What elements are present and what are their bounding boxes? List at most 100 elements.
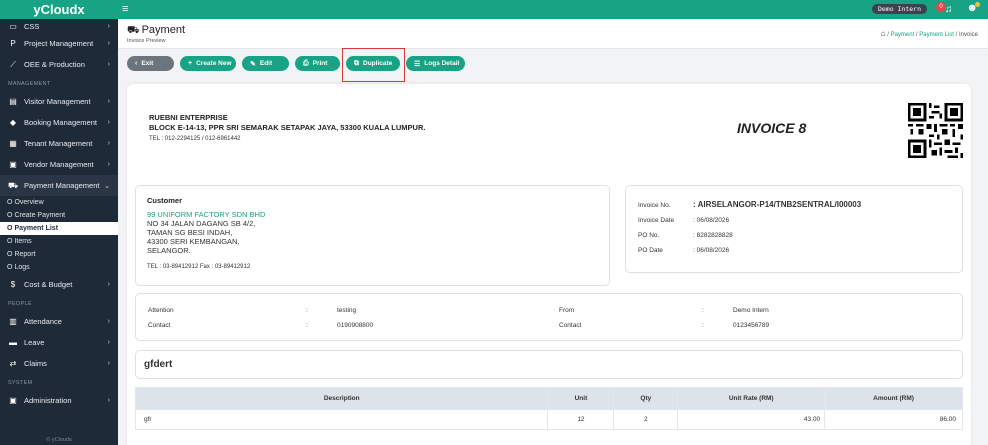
sidebar-item-tenant-management[interactable]: ▦ Tenant Management › (0, 133, 118, 154)
customer-box: Customer 99 UNIFORM FACTORY SDN BHD NO 3… (135, 185, 610, 286)
from-value: Demo Intern (733, 307, 769, 314)
section-management: MANAGEMENT (8, 81, 51, 87)
invoice-date-value: : 06/08/2026 (693, 217, 730, 224)
customer-address-line: TAMAN SG BESI INDAH, (147, 228, 233, 237)
col-description: Description (134, 387, 549, 410)
sidebar-item-visitor-management[interactable]: ▤ Visitor Management › (0, 91, 118, 112)
from-contact-value: 0123456789 (733, 322, 770, 329)
status-dot (975, 2, 980, 7)
col-unit-rate: Unit Rate (RM) (677, 387, 826, 410)
chevron-right-icon: › (107, 140, 110, 147)
sidebar-item-project-management[interactable]: P Project Management › (0, 33, 118, 54)
col-qty: Qty (613, 387, 679, 410)
sidebar-item-vendor-management[interactable]: ▣ Vendor Management › (0, 154, 118, 175)
table-row: gfr 12 2 43.00 86.00 (134, 409, 963, 430)
sidebar-item-booking-management[interactable]: ◆ Booking Management › (0, 112, 118, 133)
company-address: BLOCK E-14-13, PPR SRI SEMARAK SETAPAK J… (149, 123, 426, 132)
attention-value: testing (337, 307, 357, 314)
exchange-icon: ⇄ (9, 359, 17, 368)
admin-icon: ▣ (9, 396, 17, 405)
sidebar-item-cost-budget[interactable]: $ Cost & Budget › (0, 274, 118, 295)
po-date-label: PO Date (638, 247, 663, 254)
breadcrumb-payment-list[interactable]: Payment List (919, 32, 954, 38)
invoice-card: RUEBNI ENTERPRISE BLOCK E-14-13, PPR SRI… (127, 84, 971, 445)
home-icon[interactable]: ⌂ (881, 29, 886, 38)
chevron-right-icon: › (107, 161, 110, 168)
breadcrumb-payment[interactable]: Payment (891, 32, 915, 38)
sidebar-footer: © yClouds (46, 437, 72, 443)
cell-amount: 86.00 (824, 409, 963, 430)
create-new-button[interactable]: + Create New (180, 56, 236, 71)
from-contact-colon: : (702, 322, 704, 329)
contact-label: Contact (148, 322, 171, 329)
chevron-right-icon: › (107, 397, 110, 404)
invoice-date-label: Invoice Date (638, 217, 675, 224)
cell-unit-rate: 43.00 (677, 409, 826, 430)
sidebar-item-attendance[interactable]: ▥ Attendance › (0, 311, 118, 332)
chart-icon: ⟋ (10, 59, 16, 69)
sidebar-sub-payment-list[interactable]: O Payment List (0, 222, 118, 235)
chevron-right-icon: › (107, 339, 110, 346)
brand-logo[interactable]: yCloudx (0, 0, 118, 19)
attention-colon: : (306, 307, 308, 314)
contact-colon: : (306, 322, 308, 329)
sidebar-item-leave[interactable]: ▬ Leave › (0, 332, 118, 353)
sidebar-item-administration[interactable]: ▣ Administration › (0, 390, 118, 411)
breadcrumb: ⌂ / Payment / Payment List / Invoice (880, 29, 978, 38)
sidebar-item-payment-management[interactable]: ⛟ Payment Management ⌄ (0, 175, 118, 196)
invoice-details-box: Invoice No. : AIRSELANGOR-P14/TNB2SENTRA… (625, 185, 963, 273)
menu-icon[interactable]: ≡ (122, 3, 128, 15)
customer-address-line: SELANGOR. (147, 246, 191, 255)
sidebar-item-oee-production[interactable]: ⟋ OEE & Production › (0, 54, 118, 75)
sidebar-sub-overview[interactable]: O Overview (0, 196, 118, 209)
breadcrumb-invoice: Invoice (958, 32, 978, 38)
invoice-heading: INVOICE 8 (737, 120, 807, 136)
edit-icon: ✎ (250, 60, 256, 68)
invoice-no-value: : AIRSELANGOR-P14/TNB2SENTRAL/I00003 (693, 200, 862, 209)
customer-tel-fax: TEL : 03-89412912 Fax : 03-89412912 (147, 264, 251, 270)
chevron-right-icon: › (107, 40, 110, 47)
action-toolbar: ‹ Exit + Create New ✎ Edit ⎙ Print ⧉ Duplicat… (127, 56, 465, 73)
customer-name[interactable]: 99 UNIFORM FACTORY SDN BHD (147, 210, 265, 219)
sidebar-item-claims[interactable]: ⇄ Claims › (0, 353, 118, 374)
col-unit: Unit (547, 387, 615, 410)
company-tel: TEL : 012-2294125 / 012-6961442 (149, 136, 241, 142)
chevron-left-icon: ‹ (135, 60, 138, 67)
print-button[interactable]: ⎙ Print (295, 56, 340, 71)
po-no-label: PO No. (638, 232, 660, 239)
attention-box: Attention : testing Contact : 0190908800… (135, 293, 963, 341)
page-header: ⛟ Payment Invoice Preview ⌂ / Payment / P… (118, 19, 988, 49)
chevron-right-icon: › (107, 119, 110, 126)
cart-icon: ⛟ (8, 180, 19, 190)
sidebar: yCloudx ▭ CSS › P Project Management › ⟋… (0, 0, 118, 445)
col-amount: Amount (RM) (824, 387, 963, 410)
exit-button[interactable]: ‹ Exit (127, 56, 174, 71)
customer-title: Customer (147, 196, 183, 205)
po-date-value: : 06/08/2026 (693, 247, 730, 254)
payment-submenu: O Overview O Create Payment O Payment List … (0, 196, 118, 274)
edit-button[interactable]: ✎ Edit (242, 56, 289, 71)
from-label: From (559, 307, 575, 314)
page-title: ⛟ Payment (127, 24, 186, 36)
company-name: RUEBNI ENTERPRISE (149, 113, 228, 122)
note-box: gfdert (135, 350, 963, 379)
bell-icon: ♫ (945, 4, 953, 15)
bed-icon: ▬ (9, 338, 17, 347)
user-name-badge[interactable]: Demo Intern (871, 4, 927, 14)
logs-detail-button[interactable]: ☰ Logs Detail (406, 56, 465, 71)
items-table: Description Unit Qty Unit Rate (RM) Amou… (134, 387, 963, 430)
topbar: ≡ Demo Intern 0 ♫ ☻ (118, 0, 988, 19)
sidebar-sub-items[interactable]: O Items (0, 235, 118, 248)
attention-label: Attention (148, 307, 174, 314)
sidebar-item-css[interactable]: ▭ CSS › (0, 19, 118, 33)
from-contact-label: Contact (559, 322, 582, 329)
cart-icon: ⛟ (127, 25, 140, 36)
invoice-no-label: Invoice No. (638, 202, 671, 209)
qr-code (908, 103, 963, 158)
dollar-icon: $ (10, 280, 16, 289)
list-icon: ☰ (414, 60, 421, 68)
sidebar-sub-report[interactable]: O Report (0, 248, 118, 261)
sidebar-sub-create-payment[interactable]: O Create Payment (0, 209, 118, 222)
sidebar-sub-logs[interactable]: O Logs (0, 261, 118, 274)
notification-button[interactable]: 0 ♫ (936, 2, 956, 17)
